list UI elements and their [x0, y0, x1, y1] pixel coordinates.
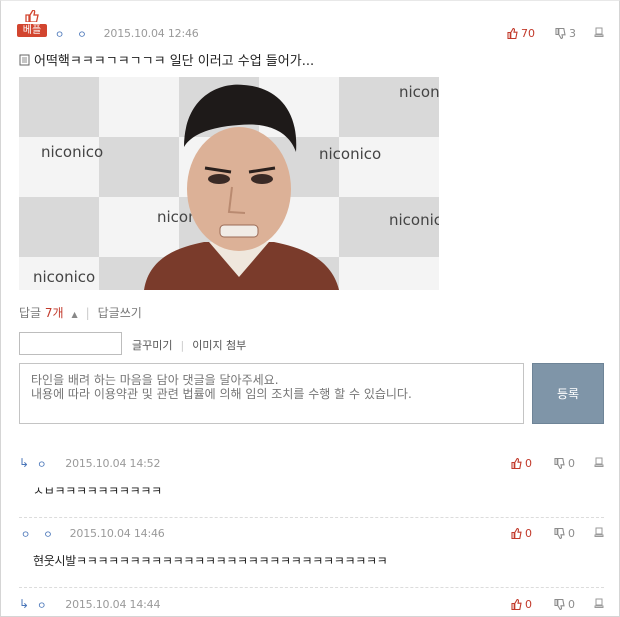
post-upvote-count: 70: [521, 27, 535, 40]
post-downvote[interactable]: 3: [555, 27, 576, 40]
comment-downvote-count: 0: [568, 527, 575, 540]
thumbs-up-badge-icon: [25, 10, 39, 22]
divider: |: [180, 338, 185, 352]
reply-arrow-icon: ↳: [19, 597, 30, 611]
photo-illustration: niconico niconico niconico niconico nico…: [19, 77, 439, 290]
comment-textarea[interactable]: [19, 363, 524, 424]
post-author[interactable]: ㅇ ㅇ: [55, 26, 92, 41]
thumbs-down-icon: [554, 599, 565, 610]
report-icon: [594, 457, 604, 467]
comment-text: ㅅㅂㅋㅋㅋㅋㅋㅋㅋㅋㅋㅋ: [33, 484, 162, 498]
reply-count: 7개: [44, 306, 64, 320]
thumbs-up-icon: [507, 28, 518, 39]
watermark-1: niconico: [41, 143, 103, 161]
document-icon: [19, 54, 30, 66]
collapse-arrow-icon: ▲: [71, 310, 78, 319]
best-comment-badge: 베플: [17, 10, 47, 37]
report-icon: [594, 598, 604, 608]
comment-report[interactable]: [594, 457, 604, 467]
comment-item: ↳ ㅇ 2015.10.04 14:44 0 0: [19, 597, 604, 612]
watermark-3: niconico: [389, 211, 439, 229]
attach-image-button[interactable]: 이미지 첨부: [192, 337, 246, 353]
comment-upvote-count: 0: [525, 457, 532, 470]
comment-downvote[interactable]: 0: [554, 457, 575, 470]
thumbs-down-icon: [555, 28, 566, 39]
best-label: 베플: [17, 24, 47, 37]
watermark-6: niconico: [319, 145, 381, 163]
post-title: 어떡핵ㅋㅋㅋㄱㅋㄱㄱㅋ 일단 이러고 수업 들어가...: [19, 50, 314, 69]
comment-time: 2015.10.04 14:46: [69, 526, 165, 540]
submit-button[interactable]: 등록: [532, 363, 604, 424]
deco-tool-button[interactable]: 글꾸미기: [132, 337, 172, 353]
comment-report[interactable]: [594, 598, 604, 608]
comment-item: ㅇ ㅇ 2015.10.04 14:46 0 0 현웃시발ㅋㅋㅋㅋㅋㅋㅋㅋㅋㅋㅋ…: [19, 526, 604, 588]
comment-report[interactable]: [594, 527, 604, 537]
write-reply-link[interactable]: 답글쓰기: [98, 304, 142, 321]
deco-preview-box[interactable]: [19, 332, 122, 355]
comment-upvote-count: 0: [525, 527, 532, 540]
comment-time: 2015.10.04 14:52: [65, 456, 161, 470]
comment-downvote[interactable]: 0: [554, 527, 575, 540]
thumbs-up-icon: [511, 599, 522, 610]
comment-downvote-count: 0: [568, 457, 575, 470]
reply-toggle[interactable]: 답글 7개 ▲: [19, 304, 78, 321]
comment-author[interactable]: ㅇ: [37, 597, 51, 612]
post-report[interactable]: [594, 27, 604, 37]
report-icon: [594, 27, 604, 37]
comment-downvote[interactable]: 0: [554, 598, 575, 611]
comment-author[interactable]: ㅇ: [37, 456, 51, 471]
report-icon: [594, 527, 604, 537]
post-time: 2015.10.04 12:46: [103, 27, 199, 40]
post-meta: ㅇ ㅇ 2015.10.04 12:46: [55, 26, 199, 41]
comment-item: ↳ ㅇ 2015.10.04 14:52 0 0 ㅅㅂㅋㅋㅋㅋㅋㅋㅋㅋㅋㅋ: [19, 456, 604, 518]
reply-arrow-icon: ↳: [19, 456, 30, 470]
comment-text: 현웃시발ㅋㅋㅋㅋㅋㅋㅋㅋㅋㅋㅋㅋㅋㅋㅋㅋㅋㅋㅋㅋㅋㅋㅋㅋㅋㅋㅋㅋㅋ: [33, 554, 388, 568]
divider: |: [85, 305, 90, 320]
thumbs-up-icon: [511, 528, 522, 539]
comment-upvote[interactable]: 0: [511, 527, 532, 540]
thumbs-down-icon: [554, 528, 565, 539]
post-downvote-count: 3: [569, 27, 576, 40]
comment-upvote-count: 0: [525, 598, 532, 611]
comment-divider: [19, 517, 604, 518]
post-photo[interactable]: niconico niconico niconico niconico nico…: [19, 77, 439, 290]
reply-label: 답글: [19, 306, 42, 320]
reply-bar: 답글 7개 ▲ | 답글쓰기: [19, 304, 142, 321]
thumbs-down-icon: [554, 458, 565, 469]
compose-tools: 글꾸미기 | 이미지 첨부: [132, 337, 246, 353]
post-title-text: 어떡핵ㅋㅋㅋㄱㅋㄱㄱㅋ 일단 이러고 수업 들어가...: [34, 54, 315, 69]
comment-divider: [19, 587, 604, 588]
comment-upvote[interactable]: 0: [511, 598, 532, 611]
watermark-5: niconico: [399, 83, 439, 101]
watermark-2: niconico: [33, 268, 95, 286]
thumbs-up-icon: [511, 458, 522, 469]
comment-time: 2015.10.04 14:44: [65, 597, 161, 611]
comment-author[interactable]: ㅇ ㅇ: [21, 526, 58, 541]
comment-upvote[interactable]: 0: [511, 457, 532, 470]
post-upvote[interactable]: 70: [507, 27, 535, 40]
comment-downvote-count: 0: [568, 598, 575, 611]
